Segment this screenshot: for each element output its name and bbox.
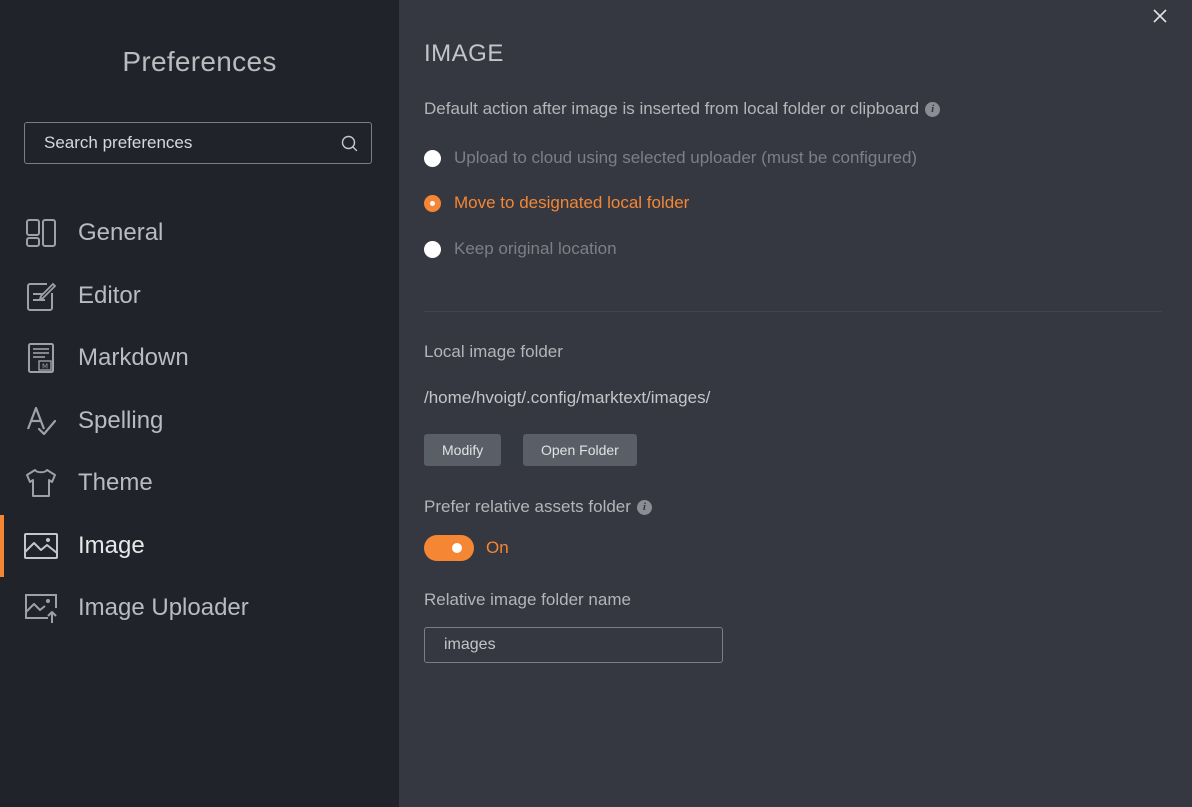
page-title: IMAGE — [424, 40, 504, 67]
close-button[interactable] — [1150, 6, 1170, 26]
local-folder-path: /home/hvoigt/.config/marktext/images/ — [424, 388, 711, 407]
spelling-icon — [24, 404, 58, 438]
relative-assets-toggle-row: On — [424, 535, 509, 561]
sidebar-item-theme[interactable]: Theme — [0, 452, 399, 515]
radio-button[interactable] — [424, 240, 441, 258]
sidebar-item-editor[interactable]: Editor — [0, 265, 399, 328]
sidebar-item-label: General — [78, 219, 164, 247]
sidebar-nav: General Editor M Markdown Spelling Theme… — [0, 202, 399, 640]
sidebar-item-general[interactable]: General — [0, 202, 399, 265]
radio-option-move-local[interactable]: Move to designated local folder — [424, 193, 689, 213]
search-icon[interactable] — [339, 133, 359, 153]
markdown-icon: M — [24, 341, 58, 375]
sidebar-item-image-uploader[interactable]: Image Uploader — [0, 577, 399, 640]
relative-assets-label-row: Prefer relative assets folder i — [424, 497, 652, 517]
default-action-label: Default action after image is inserted f… — [424, 99, 920, 118]
sidebar-item-label: Theme — [78, 469, 153, 497]
svg-text:M: M — [42, 363, 48, 371]
sidebar-item-label: Markdown — [78, 344, 189, 372]
radio-option-upload-cloud[interactable]: Upload to cloud using selected uploader … — [424, 148, 917, 168]
sidebar-item-spelling[interactable]: Spelling — [0, 390, 399, 453]
search-box[interactable] — [24, 122, 372, 164]
image-icon — [24, 529, 58, 563]
local-folder-label: Local image folder — [424, 342, 563, 361]
sidebar-item-image[interactable]: Image — [0, 514, 399, 578]
sidebar-title: Preferences — [122, 46, 277, 77]
open-folder-button[interactable]: Open Folder — [523, 434, 637, 466]
radio-label: Keep original location — [454, 239, 617, 258]
preferences-window: Preferences General — [0, 0, 1192, 807]
sidebar-item-label: Spelling — [78, 406, 164, 434]
image-uploader-icon — [24, 591, 58, 625]
info-icon[interactable]: i — [636, 499, 652, 515]
section-divider — [424, 311, 1162, 312]
default-action-label-row: Default action after image is inserted f… — [424, 99, 941, 119]
sidebar-item-label: Image — [78, 531, 145, 559]
radio-label: Move to designated local folder — [454, 193, 690, 212]
general-icon — [24, 216, 58, 250]
sidebar-item-label: Editor — [78, 281, 141, 309]
relative-assets-toggle[interactable] — [424, 535, 474, 561]
local-folder-label-row: Local image folder — [424, 342, 563, 362]
radio-label: Upload to cloud using selected uploader … — [454, 148, 918, 167]
relative-folder-label-row: Relative image folder name — [424, 590, 631, 610]
theme-icon — [24, 466, 58, 500]
main-panel: IMAGE Default action after image is inse… — [399, 0, 1192, 807]
radio-option-keep-original[interactable]: Keep original location — [424, 239, 617, 259]
search-input[interactable] — [25, 122, 339, 164]
modify-button[interactable]: Modify — [424, 434, 502, 466]
sidebar: Preferences General — [0, 0, 399, 807]
radio-button[interactable] — [424, 149, 441, 167]
editor-icon — [24, 279, 58, 313]
close-icon — [1153, 9, 1167, 23]
sidebar-item-label: Image Uploader — [78, 594, 249, 622]
relative-assets-label: Prefer relative assets folder — [424, 497, 631, 516]
relative-folder-label: Relative image folder name — [424, 590, 631, 609]
toggle-state-label: On — [486, 538, 509, 557]
info-icon[interactable]: i — [925, 101, 941, 117]
relative-folder-name-input[interactable] — [424, 627, 723, 663]
radio-button[interactable] — [424, 194, 441, 212]
sidebar-item-markdown[interactable]: M Markdown — [0, 327, 399, 390]
